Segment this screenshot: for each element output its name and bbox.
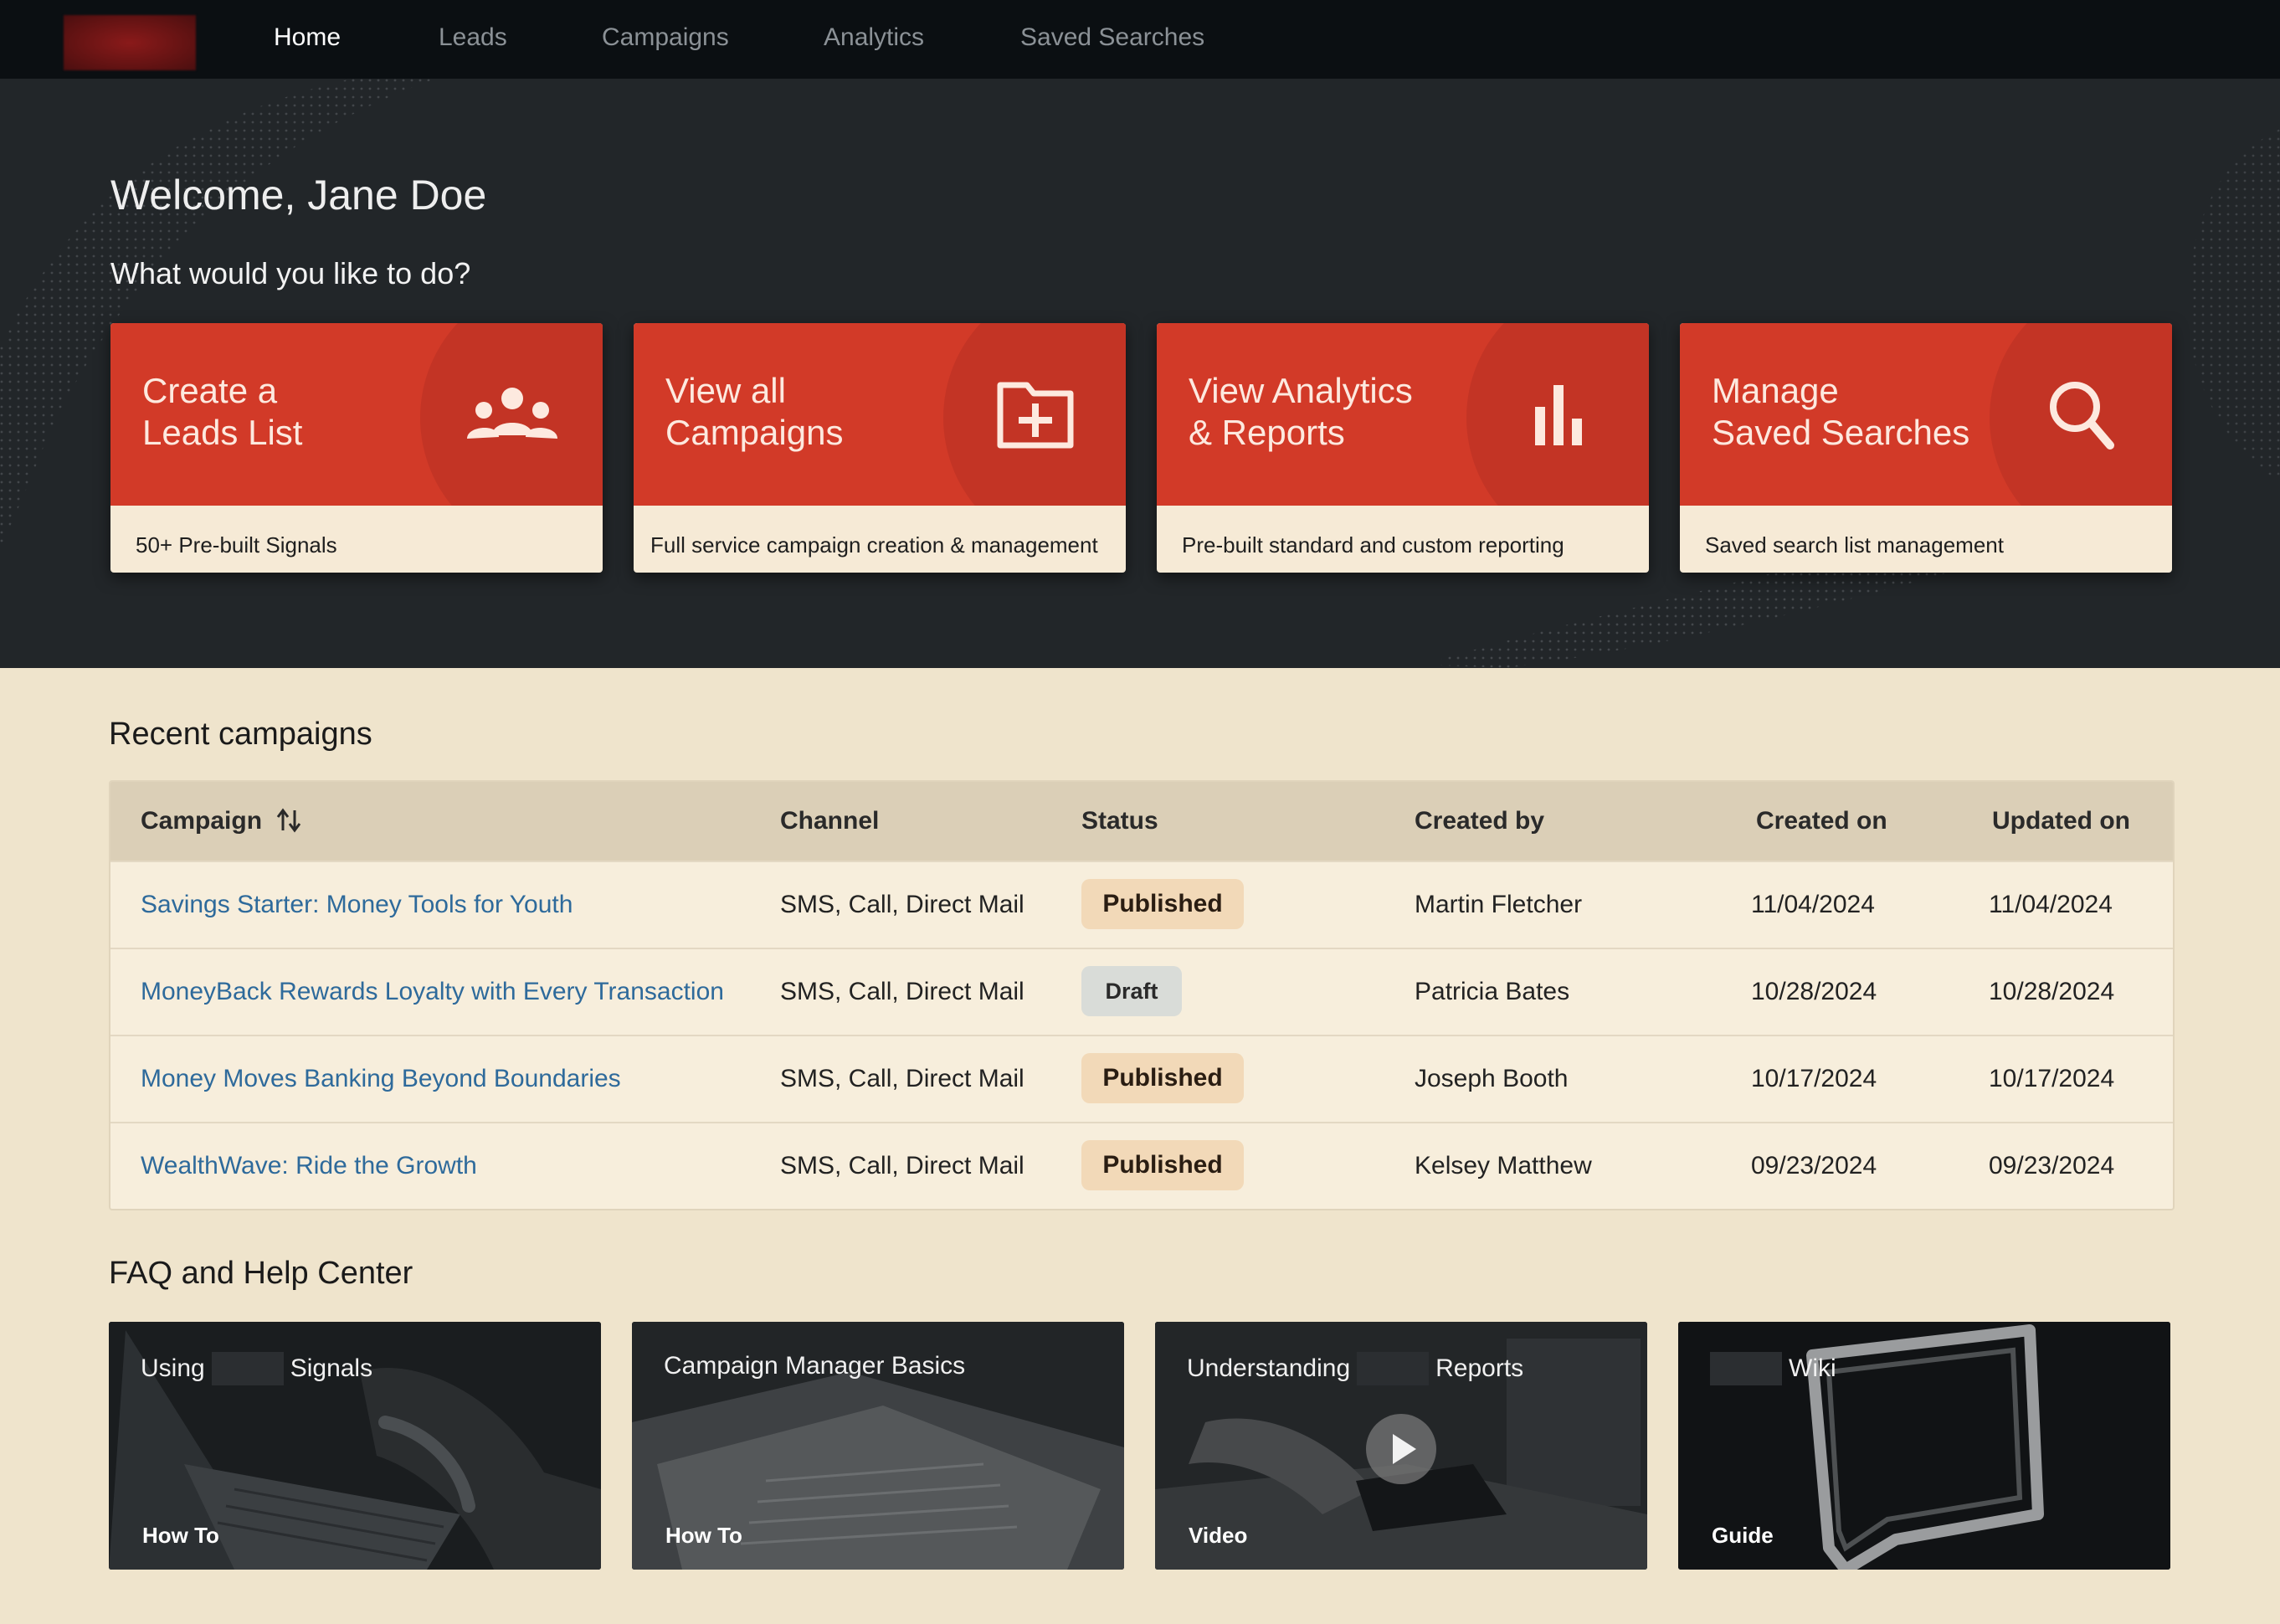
card-subtitle: 50+ Pre-built Signals	[136, 532, 337, 558]
column-header-channel: Channel	[780, 807, 880, 835]
created-by-cell: Martin Fletcher	[1415, 891, 1583, 918]
faq-title-text: Reports	[1435, 1354, 1524, 1382]
campaigns-table: Campaign Channel Status Created by Creat…	[109, 780, 2175, 1210]
card-subtitle: Saved search list management	[1705, 532, 2004, 558]
card-header: Manage Saved Searches	[1680, 323, 2172, 506]
channel-cell: SMS, Call, Direct Mail	[780, 891, 1024, 918]
card-title: Create a Leads List	[142, 371, 303, 452]
status-badge: Draft	[1081, 966, 1182, 1016]
channel-cell: SMS, Call, Direct Mail	[780, 1065, 1024, 1092]
redacted-brand	[211, 1352, 284, 1385]
faq-card-title: Using Signals	[141, 1352, 372, 1385]
faq-tag: How To	[665, 1523, 742, 1548]
card-title: Manage Saved Searches	[1712, 371, 1970, 452]
people-group-icon	[467, 388, 557, 439]
card-header: Create a Leads List	[110, 323, 603, 506]
action-prompt: What would you like to do?	[110, 256, 471, 290]
sort-icon[interactable]	[275, 805, 303, 835]
redacted-brand	[1710, 1352, 1782, 1385]
redacted-brand	[1357, 1352, 1430, 1385]
card-header: View all Campaigns	[634, 323, 1126, 506]
card-title: View Analytics & Reports	[1189, 371, 1413, 452]
create-leads-list-card[interactable]: Create a Leads List 50+ Pre-built Signal…	[110, 323, 603, 573]
play-icon[interactable]	[1364, 1412, 1438, 1486]
table-header: Campaign Channel Status Created by Creat…	[110, 782, 2173, 861]
faq-title-text: Wiki	[1789, 1354, 1836, 1382]
updated-on-cell: 10/28/2024	[1989, 978, 2115, 1005]
table-row: Savings Starter: Money Tools for Youth S…	[110, 861, 2173, 948]
status-badge: Published	[1081, 879, 1244, 929]
hero-section: Welcome, Jane Doe What would you like to…	[0, 79, 2280, 668]
column-header-created-by: Created by	[1415, 807, 1545, 835]
faq-card-campaign-manager-basics[interactable]: Campaign Manager Basics How To	[632, 1322, 1124, 1570]
created-by-cell: Patricia Bates	[1415, 978, 1570, 1005]
search-icon	[2050, 382, 2114, 450]
recent-campaigns-title: Recent campaigns	[109, 717, 372, 752]
faq-tag: How To	[142, 1523, 219, 1548]
view-analytics-card[interactable]: View Analytics & Reports Pre-built stand…	[1157, 323, 1649, 573]
welcome-heading: Welcome, Jane Doe	[110, 172, 487, 218]
nav-item-saved-searches[interactable]: Saved Searches	[1020, 23, 1204, 52]
nav-item-home[interactable]: Home	[274, 23, 341, 52]
campaign-link[interactable]: Savings Starter: Money Tools for Youth	[141, 891, 573, 919]
updated-on-cell: 11/04/2024	[1989, 891, 2113, 918]
column-header-campaign[interactable]: Campaign	[141, 807, 262, 835]
column-header-created-on: Created on	[1756, 807, 1887, 835]
column-header-status: Status	[1081, 807, 1158, 835]
nav-item-leads[interactable]: Leads	[439, 23, 507, 52]
brand-logo[interactable]	[64, 15, 196, 70]
status-badge: Published	[1081, 1053, 1244, 1103]
top-nav: Home Leads Campaigns Analytics Saved Sea…	[0, 0, 2280, 79]
nav-item-campaigns[interactable]: Campaigns	[602, 23, 729, 52]
faq-card-using-signals[interactable]: Using Signals How To	[109, 1322, 601, 1570]
campaign-link[interactable]: MoneyBack Rewards Loyalty with Every Tra…	[141, 978, 724, 1006]
card-subtitle: Pre-built standard and custom reporting	[1182, 532, 1564, 558]
nav-item-analytics[interactable]: Analytics	[824, 23, 924, 52]
card-title: View all Campaigns	[665, 371, 844, 452]
faq-title-text: Signals	[290, 1354, 373, 1382]
bar-chart-icon	[1535, 385, 1582, 445]
campaign-link[interactable]: Money Moves Banking Beyond Boundaries	[141, 1065, 621, 1093]
channel-cell: SMS, Call, Direct Mail	[780, 1152, 1024, 1179]
table-row: WealthWave: Ride the Growth SMS, Call, D…	[110, 1122, 2173, 1209]
faq-card-wiki[interactable]: Wiki Guide	[1678, 1322, 2170, 1570]
created-on-cell: 10/28/2024	[1751, 978, 1877, 1005]
created-by-cell: Joseph Booth	[1415, 1065, 1569, 1092]
faq-title-text: Campaign Manager Basics	[664, 1352, 966, 1380]
folder-plus-icon	[997, 382, 1074, 449]
updated-on-cell: 10/17/2024	[1989, 1065, 2115, 1092]
faq-tag: Guide	[1712, 1523, 1774, 1548]
created-on-cell: 11/04/2024	[1751, 891, 1875, 918]
column-header-updated-on: Updated on	[1992, 807, 2130, 835]
created-on-cell: 10/17/2024	[1751, 1065, 1877, 1092]
campaign-link[interactable]: WealthWave: Ride the Growth	[141, 1152, 477, 1180]
created-by-cell: Kelsey Matthew	[1415, 1152, 1592, 1179]
view-campaigns-card[interactable]: View all Campaigns Full service campaign…	[634, 323, 1126, 573]
faq-title-text: Using	[141, 1354, 205, 1382]
card-subtitle: Full service campaign creation & managem…	[650, 532, 1098, 558]
table-row: MoneyBack Rewards Loyalty with Every Tra…	[110, 948, 2173, 1035]
manage-saved-searches-card[interactable]: Manage Saved Searches Saved search list …	[1680, 323, 2172, 573]
faq-card-understanding-reports[interactable]: Understanding Reports Video	[1155, 1322, 1647, 1570]
faq-card-title: Wiki	[1710, 1352, 1836, 1385]
status-badge: Published	[1081, 1140, 1244, 1190]
faq-tag: Video	[1189, 1523, 1248, 1548]
faq-card-title: Campaign Manager Basics	[664, 1352, 965, 1380]
channel-cell: SMS, Call, Direct Mail	[780, 978, 1024, 1005]
card-header: View Analytics & Reports	[1157, 323, 1649, 506]
created-on-cell: 09/23/2024	[1751, 1152, 1877, 1179]
table-row: Money Moves Banking Beyond Boundaries SM…	[110, 1035, 2173, 1122]
updated-on-cell: 09/23/2024	[1989, 1152, 2115, 1179]
faq-card-title: Understanding Reports	[1187, 1352, 1523, 1385]
faq-title: FAQ and Help Center	[109, 1256, 413, 1291]
faq-title-text: Understanding	[1187, 1354, 1351, 1382]
